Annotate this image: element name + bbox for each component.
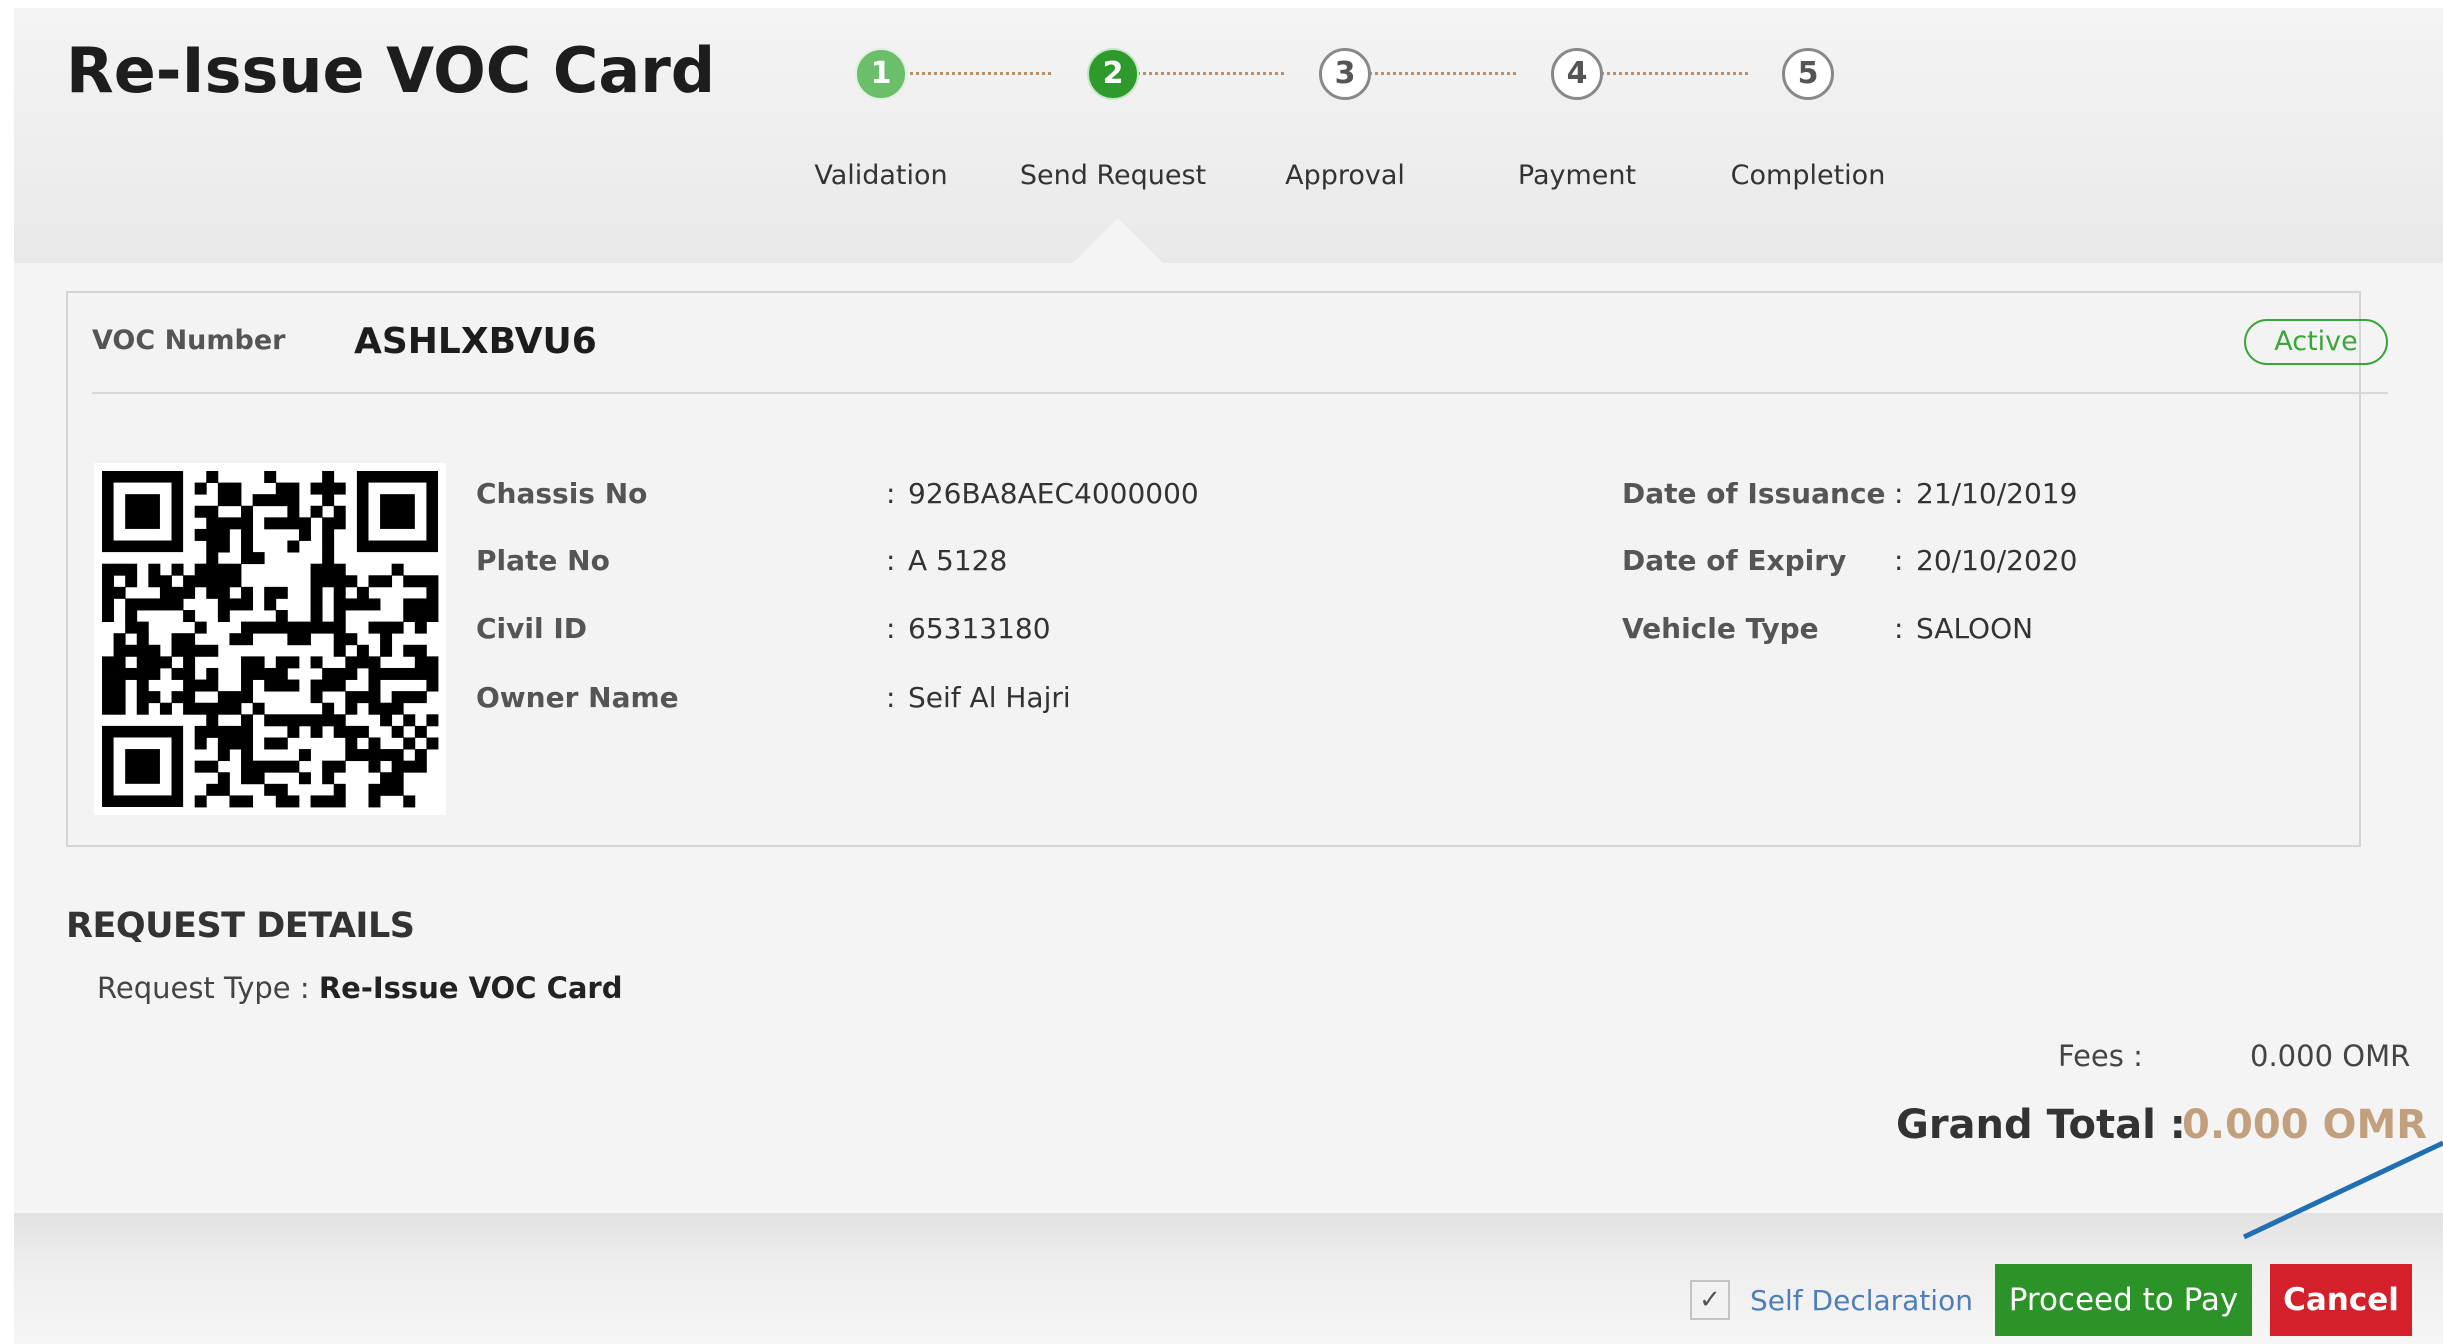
voc-number-label: VOC Number bbox=[92, 325, 286, 356]
field-colon: : bbox=[1894, 477, 1904, 510]
field-colon: : bbox=[1894, 544, 1904, 577]
page-container: Re-Issue VOC Card 1 2 3 4 5 Validation S… bbox=[14, 8, 2443, 1344]
field-colon: : bbox=[886, 544, 896, 577]
chassis-no-value: 926BA8AEC4000000 bbox=[908, 477, 1199, 510]
step-1-circle: 1 bbox=[855, 48, 907, 100]
date-of-expiry-label: Date of Expiry bbox=[1622, 544, 1847, 577]
date-of-issuance-label: Date of Issuance bbox=[1622, 477, 1886, 510]
owner-name-value: Seif Al Hajri bbox=[908, 681, 1071, 714]
fees-label: Fees : bbox=[2058, 1039, 2143, 1073]
chassis-no-label: Chassis No bbox=[476, 477, 648, 510]
step-4-circle: 4 bbox=[1551, 48, 1603, 100]
step-connector bbox=[1346, 72, 1516, 75]
step-connector bbox=[1114, 72, 1284, 75]
request-details-heading: REQUEST DETAILS bbox=[66, 906, 415, 946]
fees-value: 0.000 OMR bbox=[2250, 1039, 2411, 1073]
self-declaration-link[interactable]: Self Declaration bbox=[1750, 1284, 1973, 1317]
plate-no-value: A 5128 bbox=[908, 544, 1008, 577]
voc-number-value: ASHLXBVU6 bbox=[354, 321, 597, 362]
date-of-expiry-value: 20/10/2020 bbox=[1916, 544, 2078, 577]
request-type-value: Re-Issue VOC Card bbox=[318, 971, 623, 1005]
step-4-label: Payment bbox=[1517, 160, 1637, 191]
vehicle-type-label: Vehicle Type bbox=[1622, 612, 1819, 645]
civil-id-value: 65313180 bbox=[908, 612, 1051, 645]
cancel-button[interactable]: Cancel bbox=[2270, 1264, 2412, 1336]
vehicle-type-value: SALOON bbox=[1916, 612, 2034, 645]
step-5-label: Completion bbox=[1730, 160, 1886, 191]
card-divider bbox=[92, 392, 2388, 394]
step-3-label: Approval bbox=[1285, 160, 1405, 191]
step-1-label: Validation bbox=[814, 160, 948, 191]
grand-total-label: Grand Total : bbox=[1896, 1102, 2186, 1148]
status-badge: Active bbox=[2244, 319, 2388, 365]
voc-card: VOC Number ASHLXBVU6 Active Chassis No :… bbox=[66, 291, 2388, 847]
qr-code-image bbox=[94, 463, 446, 815]
self-declaration-checkbox[interactable]: ✓ bbox=[1690, 1280, 1730, 1320]
date-of-issuance-value: 21/10/2019 bbox=[1916, 477, 2078, 510]
request-type-row: Request Type : Re-Issue VOC Card bbox=[97, 971, 622, 1005]
step-5-circle: 5 bbox=[1782, 48, 1834, 100]
request-type-label: Request Type : bbox=[97, 971, 310, 1005]
step-2-label: Send Request bbox=[1019, 160, 1207, 191]
field-colon: : bbox=[1894, 612, 1904, 645]
field-colon: : bbox=[886, 681, 896, 714]
field-colon: : bbox=[886, 612, 896, 645]
civil-id-label: Civil ID bbox=[476, 612, 588, 645]
step-3-circle: 3 bbox=[1319, 48, 1371, 100]
proceed-to-pay-button[interactable]: Proceed to Pay bbox=[1995, 1264, 2252, 1336]
field-colon: : bbox=[886, 477, 896, 510]
check-icon: ✓ bbox=[1699, 1285, 1721, 1315]
grand-total-value: 0.000 OMR bbox=[2182, 1102, 2428, 1148]
owner-name-label: Owner Name bbox=[476, 681, 679, 714]
plate-no-label: Plate No bbox=[476, 544, 610, 577]
step-connector bbox=[1578, 72, 1748, 75]
header-pointer bbox=[1068, 218, 1168, 268]
qr-code-graphic bbox=[102, 471, 439, 808]
step-2-circle: 2 bbox=[1087, 48, 1139, 100]
progress-stepper: 1 2 3 4 5 Validation Send Request Approv… bbox=[14, 8, 2443, 208]
